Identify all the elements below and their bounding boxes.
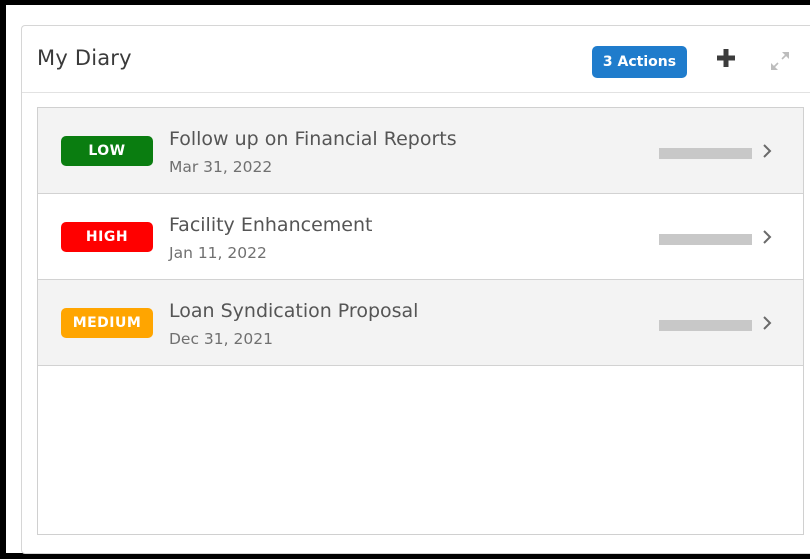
diary-list: LOW Follow up on Financial Reports Mar 3… [37, 107, 804, 535]
diary-item-date: Mar 31, 2022 [169, 158, 273, 176]
placeholder-bar [659, 320, 752, 331]
priority-badge: MEDIUM [61, 308, 153, 338]
priority-badge: LOW [61, 136, 153, 166]
placeholder-bar [659, 234, 752, 245]
diary-item-date: Dec 31, 2021 [169, 330, 273, 348]
plus-icon[interactable] [715, 47, 737, 69]
chevron-right-icon[interactable] [760, 314, 774, 332]
chevron-right-icon[interactable] [760, 142, 774, 160]
actions-button[interactable]: 3 Actions [592, 46, 687, 78]
diary-item[interactable]: MEDIUM Loan Syndication Proposal Dec 31,… [38, 280, 803, 366]
diary-item-title: Facility Enhancement [169, 214, 373, 236]
diary-item-title: Loan Syndication Proposal [169, 300, 419, 322]
priority-badge: HIGH [61, 222, 153, 252]
diary-item[interactable]: HIGH Facility Enhancement Jan 11, 2022 [38, 194, 803, 280]
diary-item-title: Follow up on Financial Reports [169, 128, 457, 150]
expand-icon[interactable] [770, 51, 790, 71]
diary-item[interactable]: LOW Follow up on Financial Reports Mar 3… [38, 108, 803, 194]
screen-frame: My Diary 3 Actions LOW Follow up on Fina… [0, 0, 810, 559]
widget-title: My Diary [37, 46, 132, 70]
my-diary-widget: My Diary 3 Actions LOW Follow up on Fina… [21, 25, 810, 554]
chevron-right-icon[interactable] [760, 228, 774, 246]
widget-header: My Diary 3 Actions [22, 26, 810, 93]
diary-item-date: Jan 11, 2022 [169, 244, 267, 262]
placeholder-bar [659, 148, 752, 159]
